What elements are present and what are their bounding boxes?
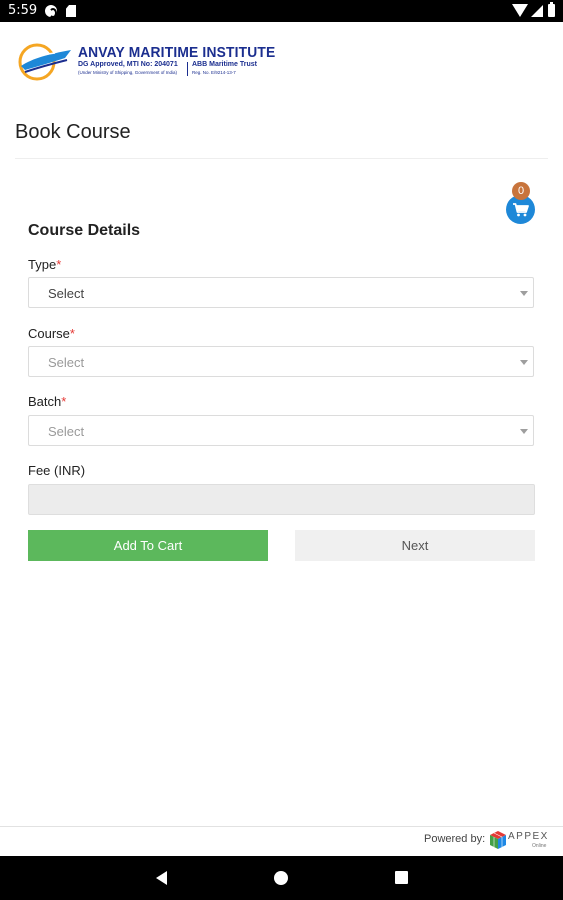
chevron-down-icon	[520, 360, 528, 365]
back-icon[interactable]	[156, 871, 167, 885]
logo-title: ANVAY MARITIME INSTITUTE	[78, 44, 276, 61]
ship-emblem-icon	[18, 43, 71, 81]
batch-label: Batch*	[28, 394, 66, 409]
logo-registration: Reg. No. E/9214-13-7	[192, 70, 236, 75]
fee-label: Fee (INR)	[28, 463, 86, 478]
recents-icon[interactable]	[395, 871, 408, 884]
google-icon	[45, 5, 57, 18]
home-icon[interactable]	[274, 871, 288, 885]
footer-divider	[0, 826, 563, 827]
course-label-text: Course	[28, 326, 70, 341]
appex-logo-icon[interactable]	[488, 830, 508, 850]
fee-field	[28, 484, 535, 515]
batch-select-value: Select	[48, 424, 85, 439]
page-title: Book Course	[15, 121, 131, 143]
title-divider	[15, 158, 548, 159]
battery-icon	[548, 2, 555, 17]
sd-card-icon	[66, 5, 76, 17]
status-time: 5:59	[8, 3, 38, 18]
required-marker: *	[61, 394, 67, 409]
type-label-text: Type	[28, 257, 57, 272]
type-select-value: Select	[48, 286, 85, 301]
chevron-down-icon	[520, 291, 528, 296]
logo-approval: DG Approved, MTI No: 204071	[78, 61, 178, 68]
appex-brand: APPEX	[508, 831, 549, 842]
next-button[interactable]: Next	[295, 530, 535, 561]
signal-icon	[531, 5, 543, 17]
institute-logo: ANVAY MARITIME INSTITUTE DG Approved, MT…	[15, 40, 275, 85]
navigation-bar	[0, 856, 563, 900]
wifi-icon	[512, 4, 528, 17]
course-select-value: Select	[48, 355, 85, 370]
type-label: Type*	[28, 257, 61, 272]
powered-by-label: Powered by:	[424, 833, 486, 845]
logo-ministry: (Under Ministry of Shipping, Government …	[78, 70, 178, 75]
logo-trust: ABB Maritime Trust	[192, 61, 257, 68]
type-select[interactable]: Select	[28, 277, 534, 308]
course-label: Course*	[28, 326, 75, 341]
cart-count-badge: 0	[512, 182, 530, 200]
required-marker: *	[69, 326, 75, 341]
book-course-screen: 5:59 ANVAY MARITIME INSTITUTE DG Approve…	[0, 0, 563, 900]
batch-select[interactable]: Select	[28, 415, 534, 446]
section-title: Course Details	[28, 222, 141, 239]
required-marker: *	[56, 257, 62, 272]
batch-label-text: Batch	[28, 394, 62, 409]
appex-brand-sub: Online	[532, 843, 547, 849]
logo-divider	[187, 62, 188, 76]
add-to-cart-button[interactable]: Add To Cart	[28, 530, 268, 561]
status-bar: 5:59	[0, 0, 563, 22]
course-select[interactable]: Select	[28, 346, 534, 377]
chevron-down-icon	[520, 429, 528, 434]
